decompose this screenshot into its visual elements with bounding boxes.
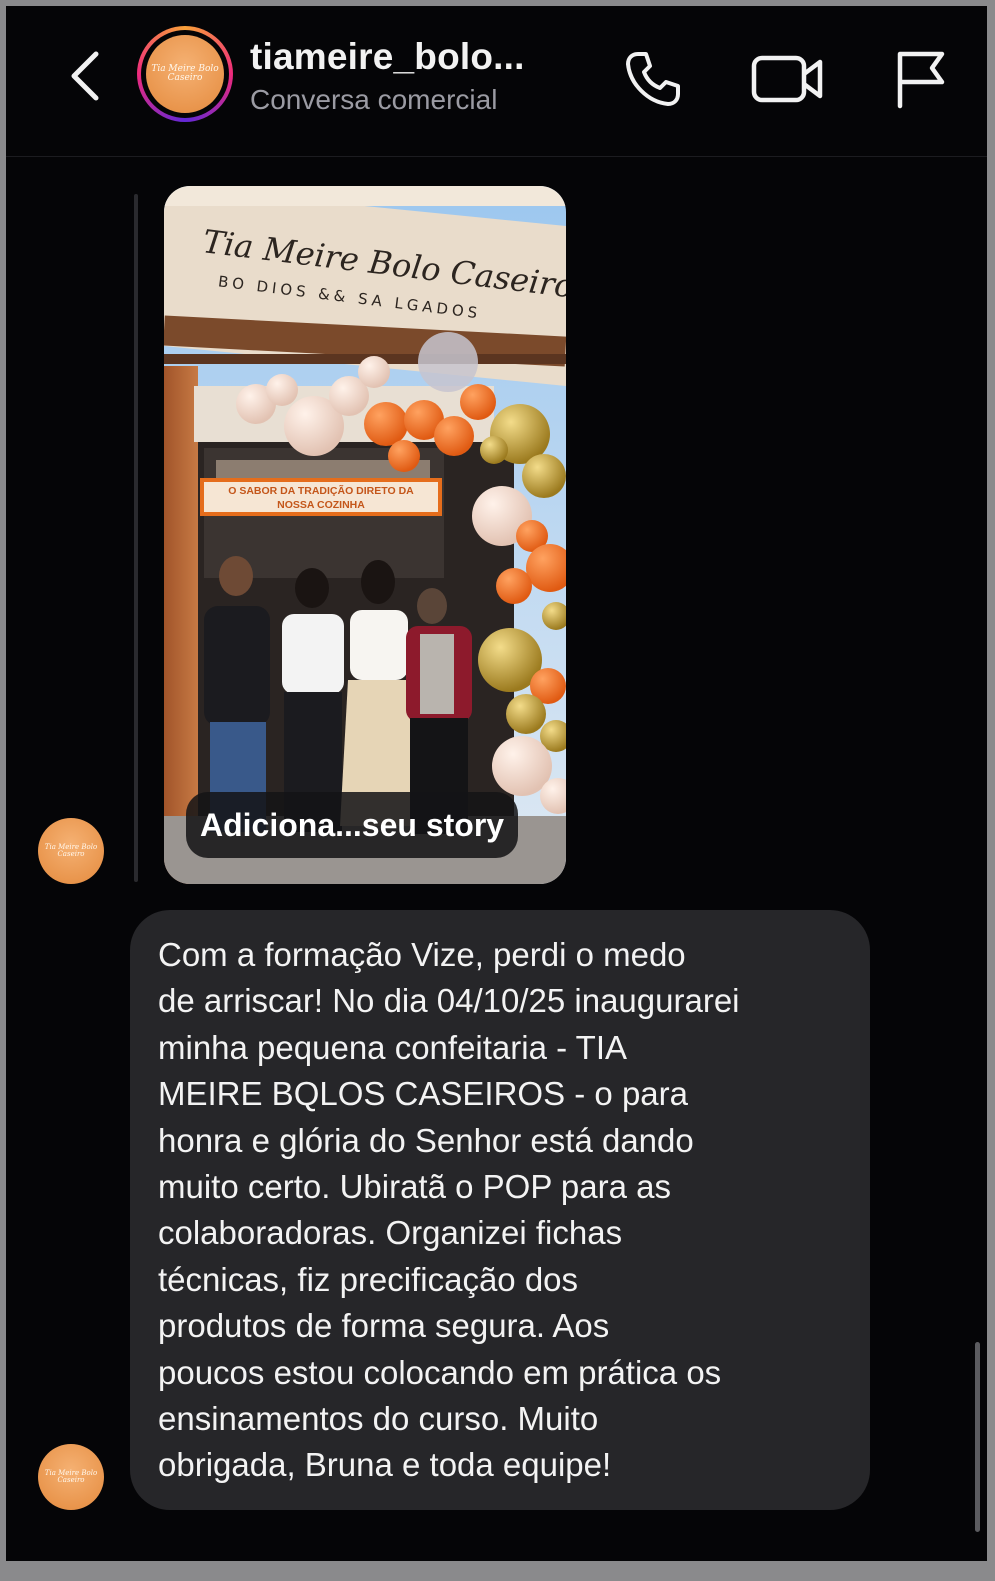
back-button[interactable]	[62, 46, 108, 106]
story-photo: Tia Meire Bolo Caseiro BO DIOS && SA LGA…	[164, 186, 566, 884]
sender-avatar[interactable]: Tia Meire Bolo Caseiro	[38, 818, 104, 884]
sender-avatar[interactable]: Tia Meire Bolo Caseiro	[38, 1444, 104, 1510]
add-to-story-button[interactable]: Adiciona...seu story	[186, 792, 519, 858]
call-button[interactable]	[620, 46, 684, 110]
scrollbar[interactable]	[975, 1342, 980, 1532]
banner-line-1: O SABOR DA TRADIÇÃO DIRETO DA	[228, 484, 414, 497]
phone-icon	[626, 52, 680, 106]
sender-avatar-logo-text: Tia Meire Bolo Caseiro	[44, 842, 98, 858]
video-call-button[interactable]	[750, 46, 823, 110]
message-bubble[interactable]: Com a formação Vize, perdi o medo de arr…	[130, 910, 870, 1510]
back-icon	[71, 51, 99, 101]
shared-story-card[interactable]: Tia Meire Bolo Caseiro BO DIOS && SA LGA…	[164, 186, 566, 884]
profile-avatar[interactable]: Tia Meire Bolo Caseiro	[137, 26, 233, 122]
chat-header: Tia Meire Bolo Caseiro tiameire_bolo... …	[6, 6, 987, 157]
report-button[interactable]	[890, 46, 954, 110]
chat-screen: Tia Meire Bolo Caseiro tiameire_bolo... …	[6, 6, 987, 1561]
banner-line-2: NOSSA COZINHA	[277, 499, 365, 511]
chat-title[interactable]: tiameire_bolo...	[250, 36, 525, 78]
sender-avatar-logo-text: Tia Meire Bolo Caseiro	[44, 1468, 98, 1484]
chat-subtitle: Conversa comercial	[250, 84, 498, 115]
reply-indicator-line	[134, 194, 138, 882]
brand-logo: Tia Meire Bolo Caseiro	[146, 35, 224, 113]
brand-logo-text: Tia Meire Bolo Caseiro	[151, 63, 219, 83]
video-icon	[751, 55, 823, 103]
message-text: Com a formação Vize, perdi o medo de arr…	[158, 936, 740, 1484]
flag-icon	[897, 51, 945, 109]
